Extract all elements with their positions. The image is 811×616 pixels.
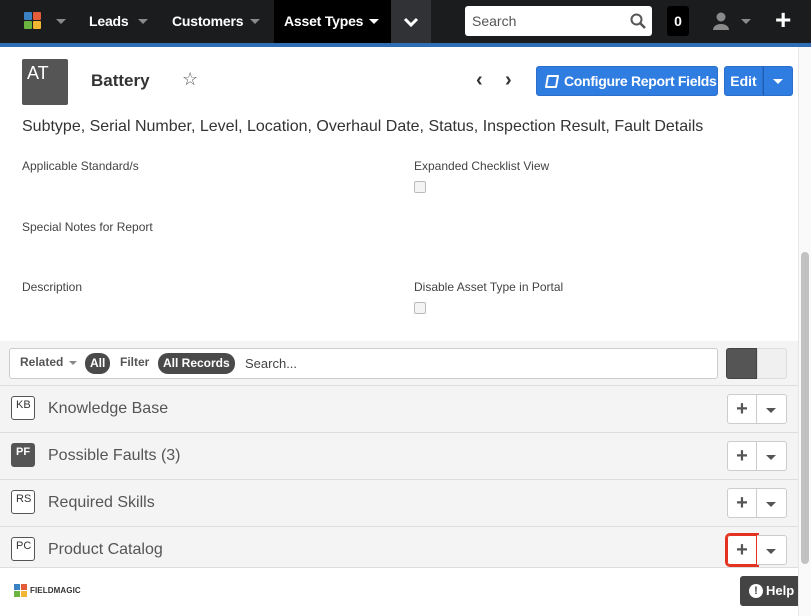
notification-badge[interactable]: 0 [667,6,689,36]
footer-divider [0,567,798,568]
related-menu-button[interactable] [757,535,787,565]
related-menu-button[interactable] [757,441,787,471]
caret-down-icon [773,79,783,84]
related-dropdown[interactable]: Related [20,355,77,369]
related-menu-button[interactable] [757,394,787,424]
navbar-accent-line [0,43,811,47]
related-title[interactable]: Product Catalog [48,541,163,559]
description-label: Description [22,280,83,294]
special-notes-label: Special Notes for Report [22,220,153,234]
nav-customers[interactable]: Customers [172,0,244,43]
top-navbar: Leads Customers Asset Types Search 0 + [0,0,811,43]
edit-button[interactable]: Edit [724,66,763,96]
nav-leads[interactable]: Leads [89,0,129,43]
add-related-button[interactable]: + [727,394,757,424]
add-product-catalog-button[interactable]: + [725,533,759,567]
nav-asset-types: Asset Types [284,13,364,29]
chevron-down-icon [403,17,419,27]
configure-button-label: Configure Report Fields [564,73,717,89]
related-menu-button[interactable] [757,488,787,518]
related-badge: PC [11,537,35,561]
add-related-button[interactable]: + [727,488,757,518]
favorite-star-icon[interactable]: ☆ [182,69,198,90]
record-title: Battery [91,71,150,90]
report-fields-value: Subtype, Serial Number, Level, Location,… [22,118,704,135]
edit-dropdown-button[interactable] [763,66,793,96]
disable-asset-type-label: Disable Asset Type in Portal [414,280,564,294]
filter-label: Filter [120,355,150,369]
related-toolbar: Related All Filter All Records Search... [9,348,718,379]
all-records-pill[interactable]: All Records [158,353,235,374]
search-icon[interactable] [630,13,646,29]
related-row-product-catalog[interactable]: PC Product Catalog + [0,526,798,573]
help-info-icon: ! [749,584,763,598]
record-avatar: AT [22,59,68,105]
applicable-standards-label: Applicable Standard/s [22,159,139,173]
global-add-icon[interactable]: + [775,6,791,34]
customers-caret-icon[interactable] [250,19,260,24]
related-row-possible-faults[interactable]: PF Possible Faults (3) + [0,432,798,479]
add-related-button[interactable]: + [727,441,757,471]
nav-asset-types-tab[interactable]: Asset Types [274,0,391,43]
search-placeholder: Search [472,13,517,29]
previous-record-icon[interactable]: ‹ [476,69,483,92]
caret-down-icon [766,455,776,460]
footer-brand: FIELDMAGIC [30,586,81,595]
related-badge: KB [11,396,35,420]
disable-asset-type-checkbox[interactable] [414,302,426,314]
caret-down-icon [68,360,77,365]
list-view-toggle[interactable] [726,348,757,379]
related-title[interactable]: Required Skills [48,494,155,512]
app-logo-icon[interactable] [24,12,42,30]
grid-view-toggle[interactable] [757,348,787,379]
caret-down-icon [766,549,776,554]
search-input[interactable]: Search [465,6,652,36]
next-record-icon[interactable]: › [505,69,512,92]
related-title[interactable]: Knowledge Base [48,400,168,418]
nav-more-button[interactable] [391,0,431,43]
related-badge: RS [11,490,35,514]
help-label: Help [766,583,795,598]
related-all-pill[interactable]: All [85,353,111,374]
configure-report-fields-button[interactable]: Configure Report Fields [536,66,718,96]
related-row-knowledge-base[interactable]: KB Knowledge Base + [0,385,798,432]
user-avatar-icon[interactable] [713,12,729,30]
caret-down-icon [766,408,776,413]
related-row-required-skills[interactable]: RS Required Skills + [0,479,798,526]
related-search-input[interactable]: Search... [245,356,297,371]
app-menu-caret-icon[interactable] [56,19,66,24]
related-badge: PF [11,443,35,467]
related-label: Related [20,355,64,369]
asset-types-caret-icon [369,19,379,24]
expanded-checklist-checkbox[interactable] [414,181,426,193]
caret-down-icon [766,502,776,507]
related-title[interactable]: Possible Faults (3) [48,447,181,465]
expanded-checklist-label: Expanded Checklist View [414,159,550,173]
leads-caret-icon[interactable] [138,19,148,24]
fieldmagic-logo-icon [14,584,28,598]
scrollbar-thumb[interactable] [801,252,809,564]
user-caret-icon[interactable] [741,19,751,24]
book-icon [544,75,560,88]
help-button[interactable]: ! Help [740,576,802,606]
